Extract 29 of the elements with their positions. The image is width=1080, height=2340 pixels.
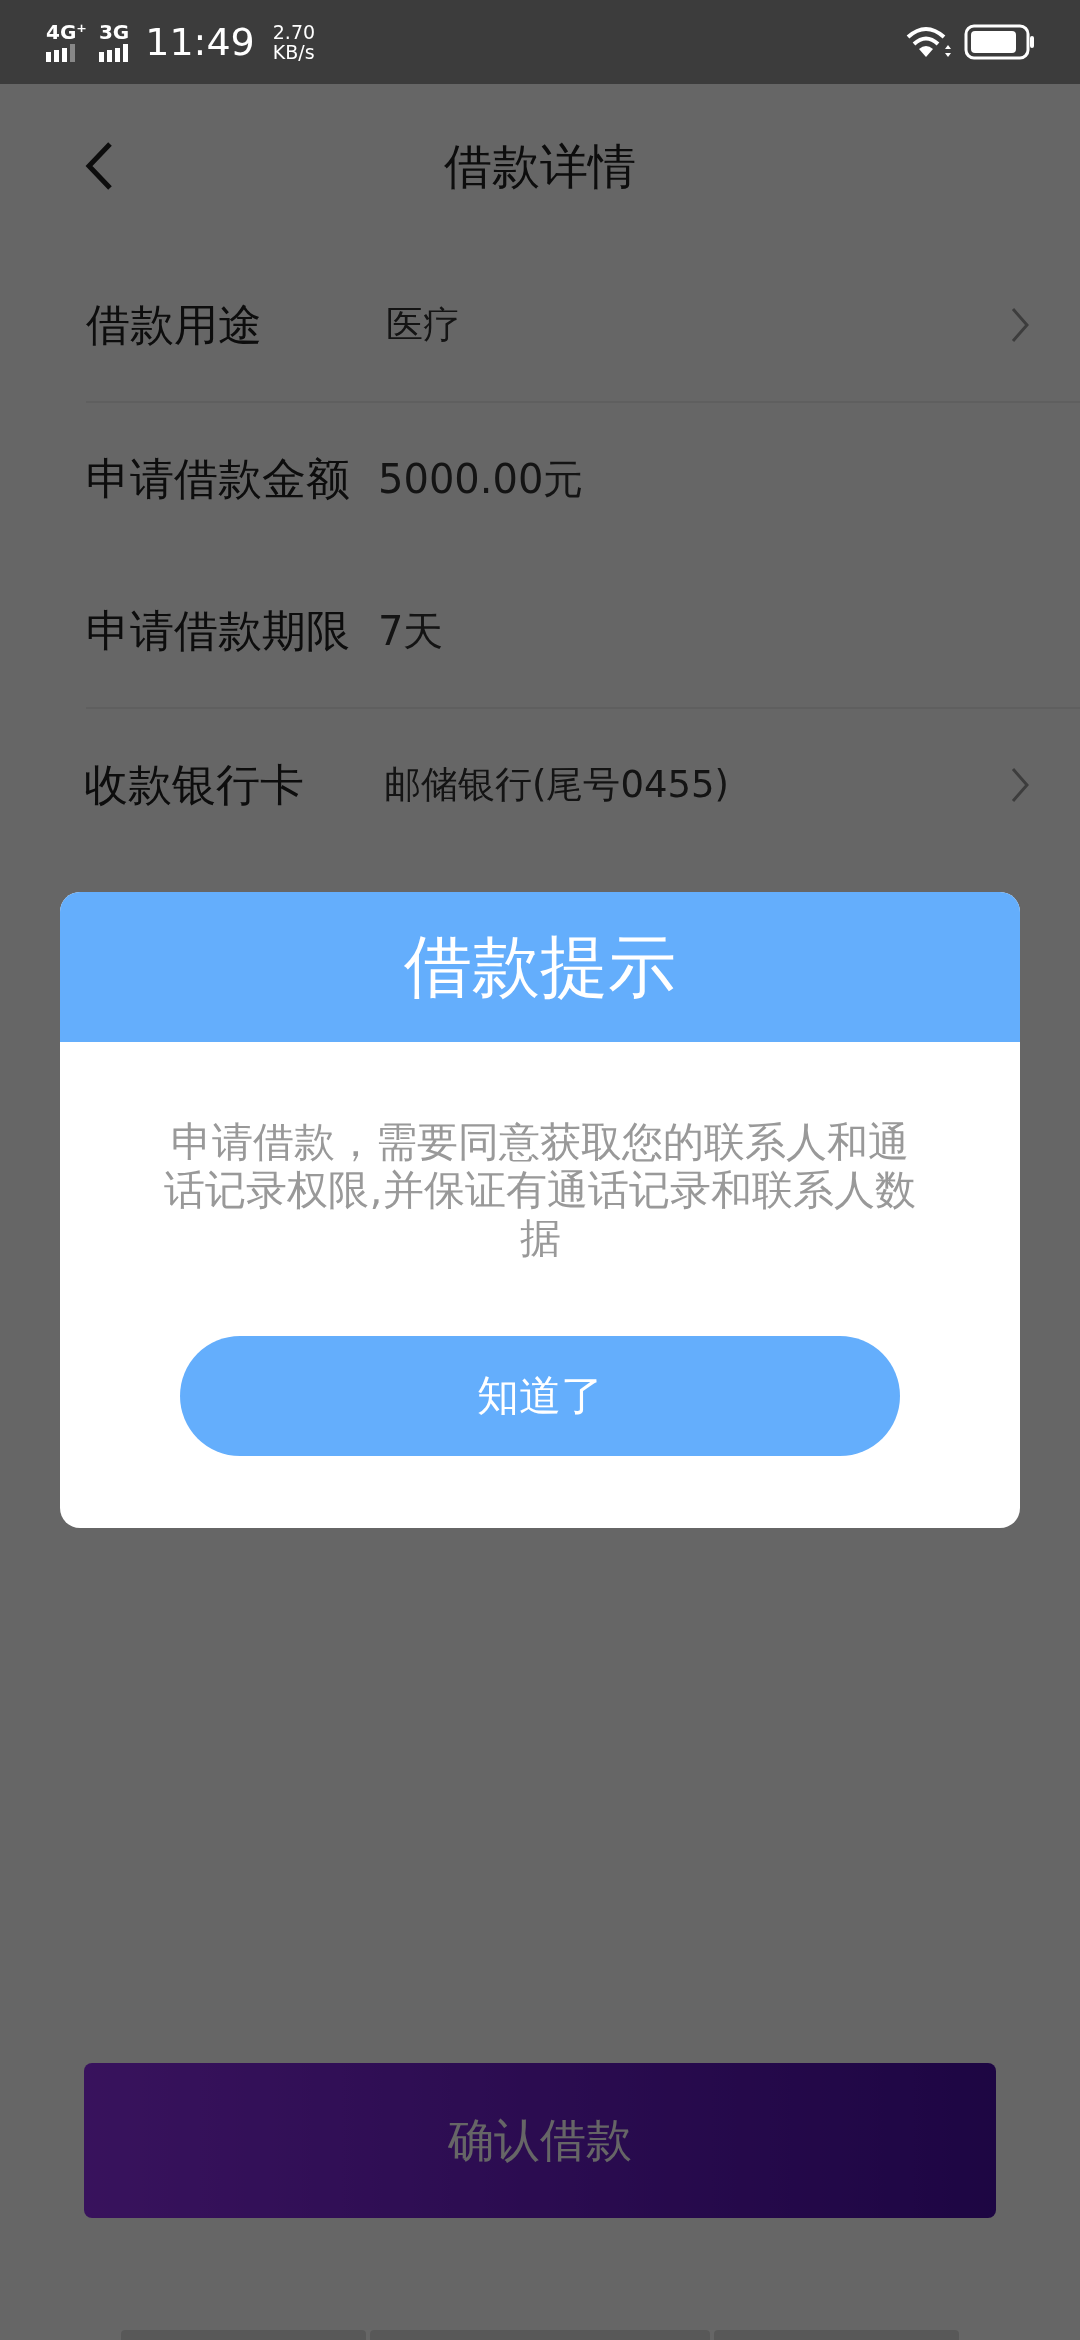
field-label: 借款用途 bbox=[86, 297, 263, 352]
chevron-icon[interactable] bbox=[1010, 306, 1030, 344]
signal-icon bbox=[98, 44, 129, 62]
field-label: 申请借款期限 bbox=[86, 603, 351, 658]
battery-icon bbox=[964, 24, 1036, 60]
field-value: 7天 bbox=[378, 606, 444, 656]
dialog-message: 申请借款，需要同意获取您的联系人和通话记录权限,并保证有通话记录和联系人数据 bbox=[164, 1118, 916, 1262]
list-row[interactable]: 申请借款金额 5000.00元 bbox=[86, 403, 1080, 555]
network-speed: 2.70 bbox=[272, 22, 316, 42]
network-label: 3G bbox=[98, 22, 130, 42]
field-value: 医疗 bbox=[386, 302, 460, 348]
wifi-icon bbox=[906, 25, 952, 59]
field-label: 收款银行卡 bbox=[84, 757, 305, 812]
signal-icon bbox=[46, 44, 76, 62]
list-row[interactable]: 借款用途 医疗 bbox=[86, 249, 1080, 403]
clock: 11:49 bbox=[145, 20, 255, 64]
confirm-loan-button[interactable]: 确认借款 bbox=[84, 2063, 996, 2218]
speed-unit: KB/s bbox=[272, 42, 316, 62]
back-icon[interactable] bbox=[84, 141, 114, 191]
chevron-icon[interactable] bbox=[1010, 766, 1030, 804]
field-label: 申请借款金额 bbox=[86, 451, 351, 506]
acknowledge-button[interactable]: 知道了 bbox=[180, 1336, 900, 1456]
list-row[interactable]: 收款银行卡 邮储银行(尾号0455) bbox=[84, 709, 1080, 861]
list-row[interactable]: 申请借款期限 7天 bbox=[86, 555, 1080, 709]
dialog-title: 借款提示 bbox=[404, 925, 676, 1008]
field-value: 5000.00元 bbox=[378, 454, 584, 504]
field-value: 邮储银行(尾号0455) bbox=[384, 762, 730, 808]
page-title: 借款详情 bbox=[444, 136, 636, 196]
network-label: 4G⁺ bbox=[46, 22, 87, 42]
